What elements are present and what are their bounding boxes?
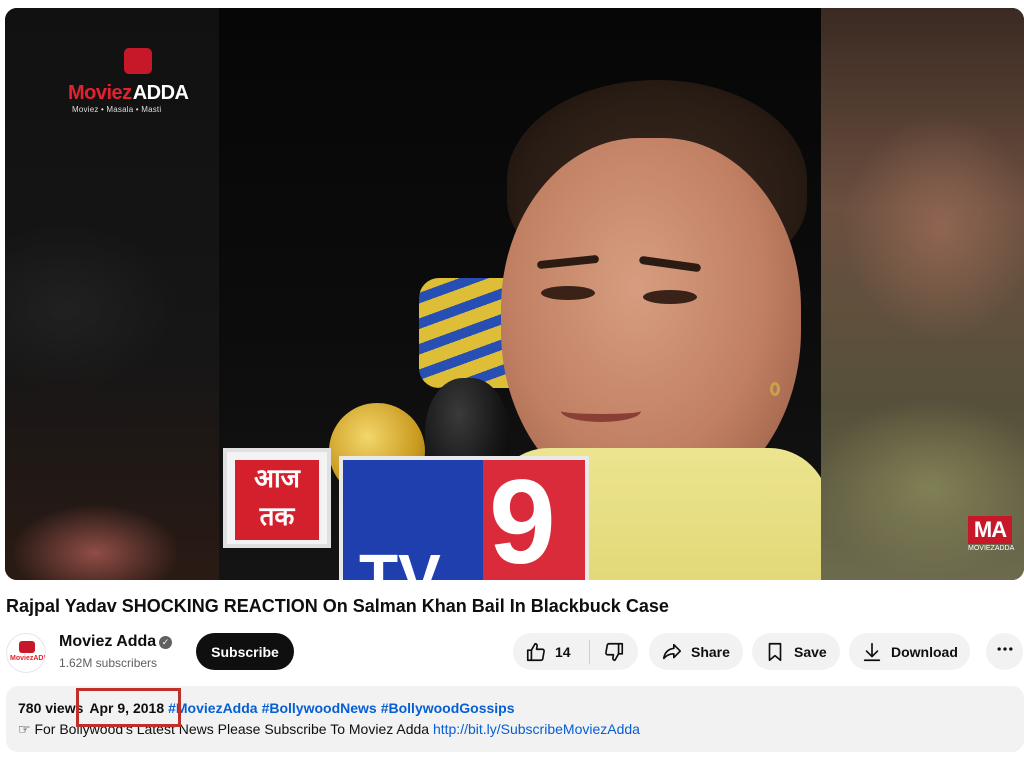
subscribe-button[interactable]: Subscribe — [196, 633, 294, 670]
watermark-wordmark: MoviezADDA — [68, 82, 190, 104]
like-dislike-group: 14 — [513, 633, 638, 670]
right-eye — [643, 290, 697, 304]
channel-avatar[interactable]: MoviezADDA — [6, 633, 46, 673]
video-player[interactable]: आज तक 9 TV MoviezADDA Moviez • Masala • … — [5, 8, 1024, 580]
like-button[interactable]: 14 — [513, 633, 589, 670]
hashtag-link[interactable]: #BollywoodGossips — [381, 700, 515, 716]
avatar-clapper-icon — [19, 641, 35, 653]
video-title: Rajpal Yadav SHOCKING REACTION On Salman… — [6, 596, 669, 616]
moviez-adda-watermark-logo: MoviezADDA Moviez • Masala • Masti — [68, 48, 190, 118]
verified-check-icon: ✓ — [159, 636, 172, 649]
clapper-icon — [124, 48, 152, 74]
download-arrow-icon — [861, 641, 883, 663]
video-blur-right — [821, 8, 1024, 580]
view-count: 780 views — [18, 700, 84, 716]
channel-name[interactable]: Moviez Adda — [59, 633, 156, 651]
description-line: ☞ For Bollywood's Latest News Please Sub… — [18, 721, 433, 737]
ma-corner-logo: MA MOVIEZADDA — [968, 516, 1015, 556]
hashtag-link[interactable]: #MoviezAdda — [168, 700, 257, 716]
save-label: Save — [794, 643, 827, 660]
mic-cube-tv9: 9 TV — [339, 456, 589, 580]
thumbs-down-icon — [603, 641, 625, 663]
hashtag-link[interactable]: #BollywoodNews — [262, 700, 377, 716]
bookmark-icon — [764, 641, 786, 663]
mic-cube-aajtak-text: आज तक — [235, 460, 319, 540]
share-arrow-icon — [661, 641, 683, 663]
description-text: ☞ For Bollywood's Latest News Please Sub… — [18, 721, 640, 738]
video-frame: आज तक 9 TV — [219, 8, 821, 580]
description-box[interactable]: 780 views Apr 9, 2018 #MoviezAdda #Bollywoo… — [6, 686, 1024, 752]
upload-date: Apr 9, 2018 — [89, 700, 165, 716]
share-label: Share — [691, 643, 730, 660]
ma-logo-subtext: MOVIEZADDA — [968, 545, 1015, 552]
mic-cube-tv9-nine: 9 — [489, 456, 556, 580]
person-mouth — [561, 400, 641, 422]
more-actions-button[interactable] — [986, 633, 1023, 670]
download-label: Download — [891, 643, 958, 660]
subscriber-count: 1.62M subscribers — [59, 656, 158, 670]
left-eye — [541, 286, 595, 300]
dislike-button[interactable] — [590, 633, 638, 670]
earring — [770, 382, 780, 396]
watermark-tagline: Moviez • Masala • Masti — [72, 105, 162, 114]
mic-cube-tv9-text: TV — [359, 541, 441, 580]
download-button[interactable]: Download — [849, 633, 970, 670]
like-count: 14 — [555, 643, 571, 660]
more-horizontal-icon — [995, 639, 1015, 664]
save-button[interactable]: Save — [752, 633, 840, 670]
thumbs-up-icon — [525, 641, 547, 663]
avatar-wordmark: MoviezADDA — [10, 655, 45, 662]
mic-cube-aajtak: आज तक — [223, 448, 331, 548]
share-button[interactable]: Share — [649, 633, 743, 670]
video-meta: 780 views Apr 9, 2018 #MoviezAdda #Bollywoo… — [18, 700, 515, 716]
ma-logo-text: MA — [968, 516, 1012, 544]
subscribe-link[interactable]: http://bit.ly/SubscribeMoviezAdda — [433, 721, 640, 737]
